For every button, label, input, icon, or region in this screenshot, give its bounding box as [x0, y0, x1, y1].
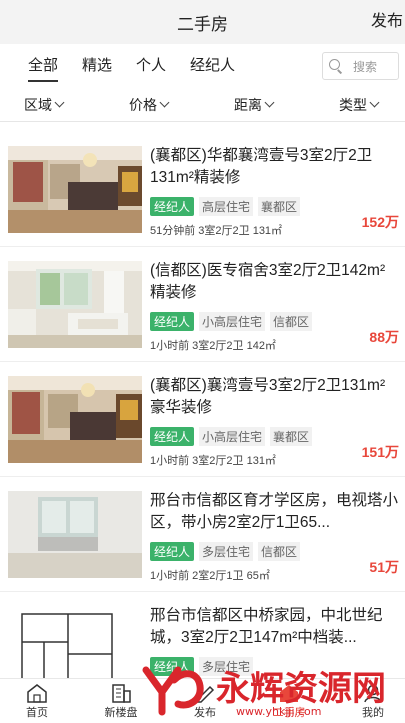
filter-district-label: 区域 [24, 96, 52, 113]
district-tag: 信都区 [270, 312, 313, 331]
listing-price: 51万 [369, 559, 399, 575]
listing-photo [8, 261, 142, 348]
listing-title: (襄都区)华都襄湾壹号3室2厅2卫131m²精装修 [150, 147, 373, 186]
list-item[interactable]: (襄都区)襄湾壹号3室2厅2卫131m²豪华装修 经纪人 小高层住宅 襄都区 1… [0, 362, 405, 477]
filter-district[interactable]: 区域 [24, 95, 65, 115]
listing-title: (信都区)医专宿舍3室2厅2卫142m²精装修 [150, 262, 386, 301]
svg-text:永辉资源网: 永辉资源网 [216, 669, 386, 709]
floorplan-photo [8, 606, 142, 678]
listing-photo [8, 146, 142, 233]
filter-type[interactable]: 类型 [339, 95, 380, 115]
listing-tags: 经纪人 多层住宅 信都区 [150, 542, 399, 561]
category-tabs: 全部 精选 个人 经纪人 搜索 [0, 44, 405, 88]
tab-featured[interactable]: 精选 [70, 44, 124, 88]
chevron-down-icon [264, 97, 275, 108]
filter-price[interactable]: 价格 [129, 95, 170, 115]
listing-title: (襄都区)襄湾壹号3室2厅2卫131m²豪华装修 [150, 377, 386, 416]
listing-photo [8, 376, 142, 463]
listing-meta: 1小时前 2室2厅1卫 65㎡ [150, 570, 270, 582]
filter-price-label: 价格 [129, 96, 157, 113]
listing-title: 邢台市信都区育才学区房，电视塔小区，带小房2室2厅1卫65... [150, 492, 399, 531]
tab-agent[interactable]: 经纪人 [178, 44, 247, 88]
publish-button[interactable]: 发布 [371, 0, 405, 44]
listing-price: 152万 [361, 214, 399, 230]
search-placeholder: 搜索 [353, 59, 378, 74]
listing-tags: 经纪人 小高层住宅 信都区 [150, 312, 399, 331]
agent-badge: 经纪人 [150, 197, 195, 216]
page-title: 二手房 [177, 14, 228, 34]
list-item[interactable]: (信都区)医专宿舍3室2厅2卫142m²精装修 经纪人 小高层住宅 信都区 1小… [0, 247, 405, 362]
agent-badge: 经纪人 [150, 312, 195, 331]
listing-price: 151万 [361, 444, 399, 460]
district-tag: 信都区 [258, 542, 301, 561]
agent-badge: 经纪人 [150, 427, 195, 446]
listing-info: 邢台市信都区育才学区房，电视塔小区，带小房2室2厅1卫65... 经纪人 多层住… [150, 490, 399, 583]
filter-bar: 区域 价格 距离 类型 [0, 88, 405, 122]
district-tag: 襄都区 [270, 427, 313, 446]
property-type-tag: 小高层住宅 [199, 312, 266, 331]
filter-distance[interactable]: 距离 [234, 95, 275, 115]
listing-title: 邢台市信都区中桥家园，中北世纪城，3室2厅2卫147m²中档装... [150, 607, 383, 646]
chevron-down-icon [159, 97, 170, 108]
property-type-tag: 小高层住宅 [199, 427, 266, 446]
home-icon [7, 682, 67, 704]
search-icon [329, 59, 343, 73]
tabbar-home-label: 首页 [26, 707, 48, 719]
filter-type-label: 类型 [339, 96, 367, 113]
filter-distance-label: 距离 [234, 96, 262, 113]
listing-info: (信都区)医专宿舍3室2厅2卫142m²精装修 经纪人 小高层住宅 信都区 1小… [150, 260, 399, 353]
list-item[interactable]: 邢台市信都区育才学区房，电视塔小区，带小房2室2厅1卫65... 经纪人 多层住… [0, 477, 405, 592]
listing-price: 88万 [369, 329, 399, 345]
district-tag: 襄都区 [258, 197, 301, 216]
list-item[interactable]: (襄都区)华都襄湾壹号3室2厅2卫131m²精装修 经纪人 高层住宅 襄都区 5… [0, 132, 405, 247]
chevron-down-icon [369, 97, 380, 108]
tab-all[interactable]: 全部 [16, 44, 70, 88]
listing-list: (襄都区)华都襄湾壹号3室2厅2卫131m²精装修 经纪人 高层住宅 襄都区 5… [0, 132, 405, 678]
watermark-logo: 永辉资源网 www.yhkjjj.com [140, 660, 405, 718]
chevron-down-icon [54, 97, 65, 108]
tab-personal[interactable]: 个人 [124, 44, 178, 88]
property-type-tag: 多层住宅 [199, 542, 254, 561]
listing-photo [8, 491, 142, 578]
tabbar-home[interactable]: 首页 [7, 682, 67, 720]
app-header: 二手房 发布 [0, 0, 405, 44]
listing-meta: 1小时前 3室2厅2卫 142㎡ [150, 340, 276, 352]
agent-badge: 经纪人 [150, 542, 195, 561]
property-type-tag: 高层住宅 [199, 197, 254, 216]
svg-text:www.yhkjjj.com: www.yhkjjj.com [236, 705, 322, 718]
tabbar-new-homes-label: 新楼盘 [104, 707, 138, 719]
search-input[interactable]: 搜索 [322, 52, 399, 80]
